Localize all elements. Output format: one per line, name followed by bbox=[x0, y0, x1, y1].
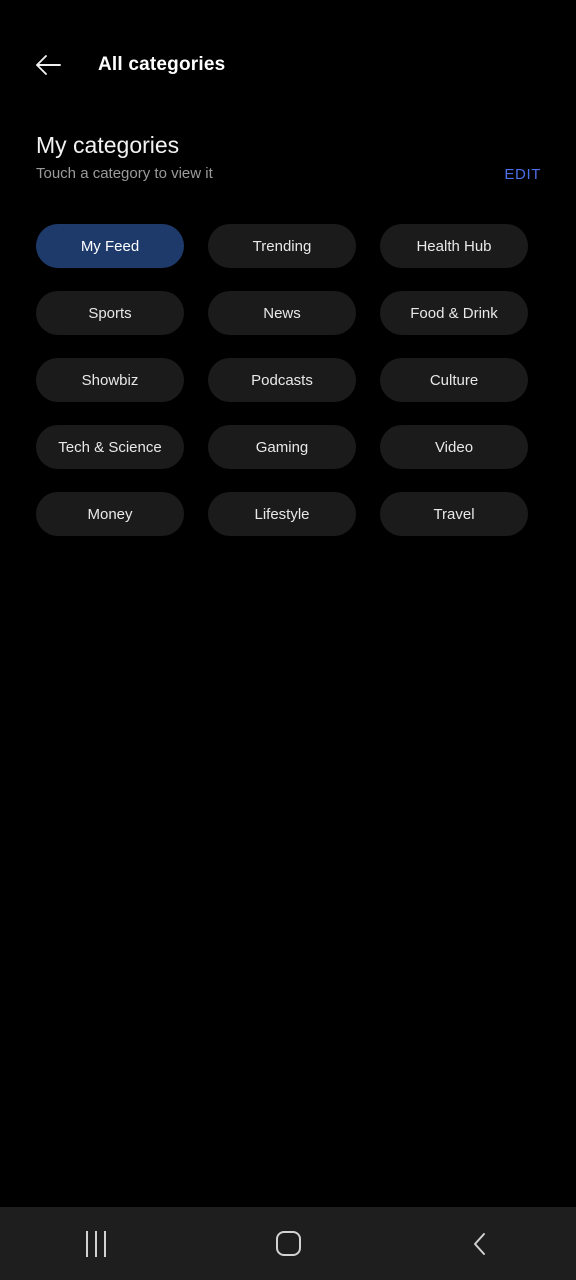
section-header: My categories Touch a category to view i… bbox=[0, 130, 576, 210]
category-chip-label: Culture bbox=[429, 371, 479, 389]
category-chip-label: Video bbox=[434, 438, 474, 456]
category-chip-label: Sports bbox=[88, 304, 132, 322]
category-chip[interactable]: Money bbox=[36, 492, 184, 536]
category-chip[interactable]: News bbox=[208, 291, 356, 335]
section-subtitle: Touch a category to view it bbox=[36, 165, 213, 182]
android-navigation-bar bbox=[0, 1207, 576, 1280]
categories-screen: All categories My categories Touch a cat… bbox=[0, 0, 576, 1280]
category-chip-label: Podcasts bbox=[251, 371, 313, 389]
home-icon bbox=[275, 1231, 301, 1256]
category-chip[interactable]: Lifestyle bbox=[208, 492, 356, 536]
category-chip-label: Health Hub bbox=[416, 237, 492, 255]
category-chip-label: Trending bbox=[252, 237, 312, 255]
category-chip[interactable]: Trending bbox=[208, 224, 356, 268]
category-chip[interactable]: Travel bbox=[380, 492, 528, 536]
page-title: All categories bbox=[98, 54, 226, 75]
arrow-left-icon bbox=[36, 55, 61, 75]
category-chip[interactable]: Video bbox=[380, 425, 528, 469]
category-chip[interactable]: Podcasts bbox=[208, 358, 356, 402]
category-chip-label: Lifestyle bbox=[254, 505, 310, 523]
category-chip-label: Showbiz bbox=[81, 371, 139, 389]
section-title: My categories bbox=[36, 132, 180, 158]
nav-recents-button[interactable] bbox=[51, 1216, 141, 1272]
category-chip-label: Food & Drink bbox=[410, 304, 498, 322]
category-chip-label: My Feed bbox=[80, 237, 140, 255]
category-chip[interactable]: My Feed bbox=[36, 224, 184, 268]
back-icon bbox=[474, 1232, 485, 1255]
category-chip-label: Tech & Science bbox=[58, 438, 162, 456]
back-button[interactable] bbox=[26, 43, 70, 87]
app-bar: All categories bbox=[0, 0, 576, 130]
category-chip[interactable]: Health Hub bbox=[380, 224, 528, 268]
nav-home-button[interactable] bbox=[243, 1216, 333, 1272]
category-chip[interactable]: Gaming bbox=[208, 425, 356, 469]
category-chip-grid: My Feed Trending Health Hub Sports News Food … bbox=[0, 224, 576, 536]
category-chip[interactable]: Food & Drink bbox=[380, 291, 528, 335]
category-chip[interactable]: Culture bbox=[380, 358, 528, 402]
category-chip[interactable]: Sports bbox=[36, 291, 184, 335]
category-chip[interactable]: Tech & Science bbox=[36, 425, 184, 469]
category-chip-label: Travel bbox=[433, 505, 475, 523]
nav-back-button[interactable] bbox=[435, 1216, 525, 1272]
edit-button[interactable]: EDIT bbox=[504, 166, 541, 183]
recents-icon bbox=[86, 1230, 106, 1257]
category-chip-label: News bbox=[263, 304, 301, 322]
category-chip[interactable]: Showbiz bbox=[36, 358, 184, 402]
category-chip-label: Money bbox=[87, 505, 133, 523]
category-chip-label: Gaming bbox=[255, 438, 309, 456]
